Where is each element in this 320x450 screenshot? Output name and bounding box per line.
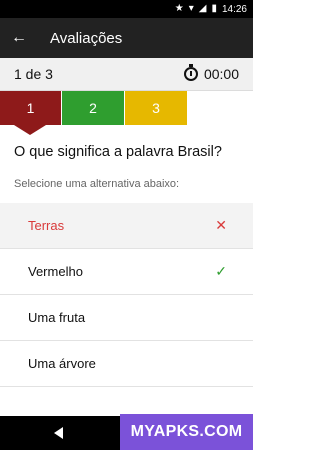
close-icon: ✕ bbox=[215, 217, 227, 233]
option-label: Terras bbox=[28, 218, 65, 233]
timer-value: 00:00 bbox=[203, 66, 239, 82]
question-steps: 1 2 3 bbox=[0, 91, 253, 136]
battery-icon: ▮ bbox=[211, 3, 217, 14]
question-hint: Selecione uma alternativa abaixo: bbox=[14, 178, 180, 190]
option-label: Vermelho bbox=[28, 264, 83, 279]
option-uma-fruta[interactable]: Uma fruta bbox=[0, 295, 253, 341]
step-1-label: 1 bbox=[26, 100, 35, 116]
app-bar: ← Avaliações bbox=[0, 18, 253, 58]
quiz-progress-bar: 1 de 3 00:00 bbox=[0, 58, 253, 91]
step-3-label: 3 bbox=[152, 100, 160, 116]
option-terras[interactable]: Terras ✕ bbox=[0, 203, 253, 249]
status-time: 14:26 bbox=[221, 3, 247, 15]
step-3[interactable]: 3 bbox=[125, 91, 187, 125]
wifi-icon: ▾ bbox=[188, 3, 194, 14]
option-vermelho[interactable]: Vermelho ✓ bbox=[0, 249, 253, 295]
question-position: 1 de 3 bbox=[14, 66, 53, 82]
check-icon: ✓ bbox=[215, 263, 227, 279]
status-bar: ★ ▾ ◢ ▮ 14:26 bbox=[0, 0, 253, 18]
watermark: MYAPKS.COM bbox=[120, 414, 253, 450]
arrow-back-icon[interactable]: ← bbox=[0, 18, 38, 58]
step-2-label: 2 bbox=[89, 100, 97, 116]
option-label: Uma fruta bbox=[28, 310, 86, 325]
step-1[interactable]: 1 bbox=[0, 91, 61, 135]
step-2[interactable]: 2 bbox=[62, 91, 124, 125]
stopwatch-icon bbox=[183, 64, 198, 81]
signal-icon: ◢ bbox=[198, 3, 207, 14]
option-label: Uma árvore bbox=[28, 356, 96, 371]
page-title: Avaliações bbox=[50, 29, 123, 47]
option-uma-arvore[interactable]: Uma árvore bbox=[0, 341, 253, 387]
nav-back-icon[interactable] bbox=[53, 427, 63, 439]
star-icon: ★ bbox=[174, 3, 184, 14]
answer-options: Terras ✕ Vermelho ✓ Uma fruta Uma árvore bbox=[0, 203, 253, 387]
question-text: O que significa a palavra Brasil? bbox=[14, 144, 222, 160]
timer: 00:00 bbox=[183, 64, 239, 82]
